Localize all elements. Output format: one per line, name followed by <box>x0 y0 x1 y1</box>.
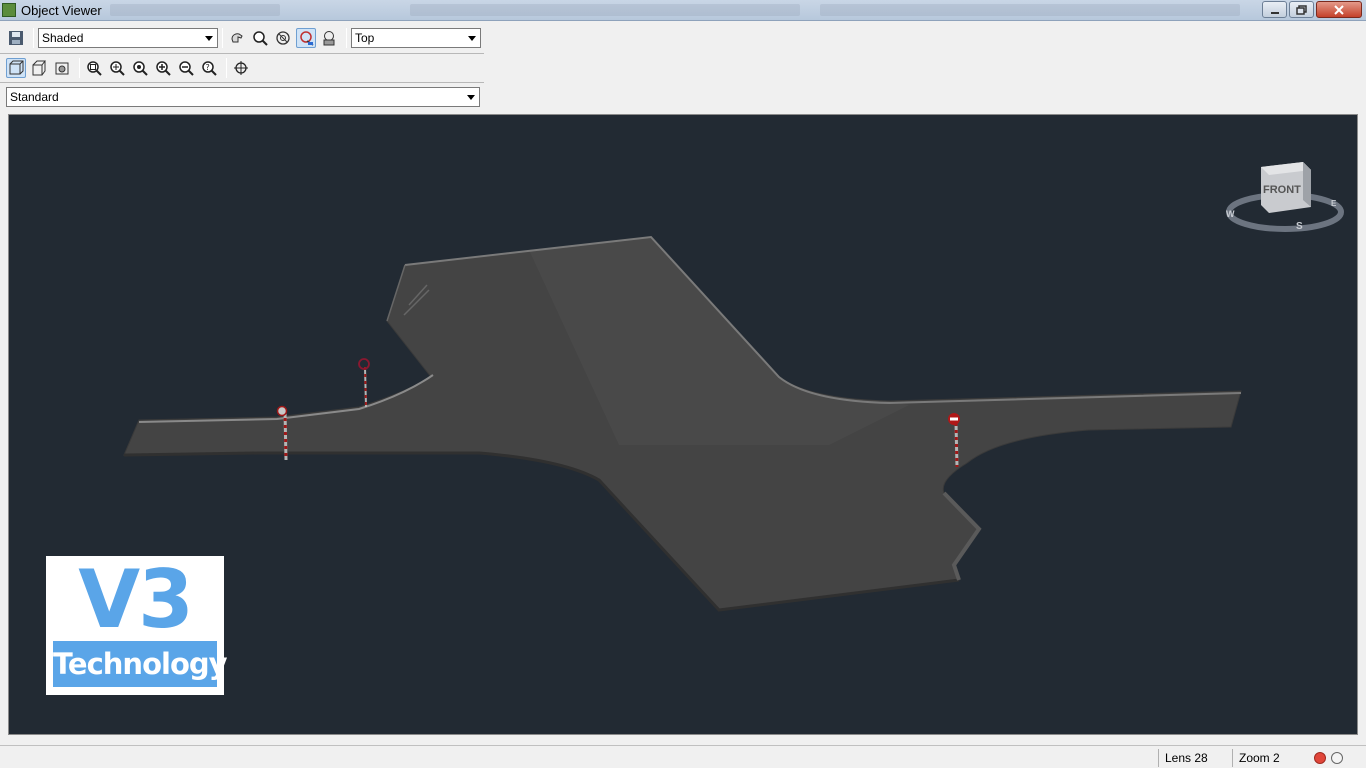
idle-status-icon[interactable] <box>1331 752 1343 764</box>
logo-v3-text: V3 <box>78 553 194 646</box>
toolbar-divider <box>0 53 484 54</box>
minimize-button[interactable] <box>1262 1 1287 18</box>
zoom-out-icon <box>179 61 194 76</box>
parallel-box-icon <box>9 60 24 75</box>
chevron-down-icon <box>467 95 475 100</box>
record-status-icon[interactable] <box>1314 752 1326 764</box>
view-direction-dropdown[interactable]: Top <box>351 28 481 48</box>
title-bar: Object Viewer <box>0 0 1366 21</box>
zoom-window-icon <box>87 61 102 76</box>
zoom-center-button[interactable] <box>107 58 127 78</box>
logo-technology-text: Technology <box>53 641 228 687</box>
background-taskbar-ghost <box>820 4 1240 16</box>
orbit-button[interactable] <box>273 28 293 48</box>
save-button[interactable] <box>6 28 26 48</box>
visual-style-dropdown[interactable]: Shaded <box>38 28 218 48</box>
magnifier-icon <box>253 31 268 46</box>
crosshair-icon <box>234 61 248 75</box>
toolbar-top: Shaded Top <box>0 24 484 52</box>
compass-east-label: E <box>1331 199 1337 208</box>
camera-button[interactable] <box>319 28 339 48</box>
close-button[interactable] <box>1316 1 1362 18</box>
parallel-view-button[interactable] <box>6 58 26 78</box>
restore-icon <box>1296 4 1307 15</box>
save-icon <box>9 31 23 45</box>
window-title: Object Viewer <box>21 3 102 18</box>
status-bar: Lens 28 Zoom 2 <box>0 745 1366 768</box>
zoom-button[interactable] <box>250 28 270 48</box>
continuous-orbit-button[interactable] <box>296 28 316 48</box>
svg-text:?: ? <box>206 63 210 72</box>
view-direction-value: Top <box>355 31 375 45</box>
perspective-box-icon <box>32 60 46 76</box>
zoom-dynamic-button[interactable] <box>130 58 150 78</box>
zoom-window-button[interactable] <box>84 58 104 78</box>
perspective-view-button[interactable] <box>29 58 49 78</box>
zoom-center-icon <box>110 61 125 76</box>
close-icon <box>1334 4 1344 15</box>
compass-west-label: W <box>1226 209 1235 219</box>
view-style-value: Standard <box>10 90 59 104</box>
3d-viewport[interactable]: FRONT W S E V3 Technology <box>8 114 1358 735</box>
background-taskbar-ghost <box>110 4 280 16</box>
minimize-icon <box>1270 11 1279 14</box>
zoom-in-button[interactable] <box>153 58 173 78</box>
app-icon <box>2 3 16 17</box>
zoom-out-button[interactable] <box>176 58 196 78</box>
visual-style-value: Shaded <box>42 31 84 45</box>
zoom-previous-button[interactable]: ? <box>199 58 219 78</box>
restore-button[interactable] <box>1289 1 1314 18</box>
target-button[interactable] <box>231 58 251 78</box>
camera-icon <box>323 31 335 46</box>
toolbar-separator <box>222 28 223 48</box>
continuous-orbit-icon <box>300 31 314 46</box>
toolbar-separator <box>33 28 34 48</box>
view-style-dropdown[interactable]: Standard <box>6 87 480 107</box>
background-taskbar-ghost <box>410 4 800 16</box>
visual-style-icon <box>55 62 69 75</box>
toolbar-zoom: ? <box>0 55 484 81</box>
visual-style-manager-button[interactable] <box>52 58 72 78</box>
pan-hand-icon <box>231 33 243 43</box>
compass-south-label: S <box>1296 221 1303 232</box>
toolbar-separator <box>226 58 227 78</box>
pan-button[interactable] <box>227 28 247 48</box>
chevron-down-icon <box>468 36 476 41</box>
toolbar-divider <box>0 82 484 83</box>
toolbar-separator <box>79 58 80 78</box>
zoom-status: Zoom 2 <box>1232 749 1306 767</box>
orbit-icon <box>276 31 290 45</box>
toolbar-separator <box>346 28 347 48</box>
viewcube-front-label[interactable]: FRONT <box>1263 184 1301 196</box>
zoom-dynamic-icon <box>133 61 148 76</box>
zoom-previous-icon: ? <box>202 61 217 76</box>
v3-technology-logo: V3 Technology <box>46 553 228 695</box>
sign-post-middle <box>358 358 370 408</box>
lens-status: Lens 28 <box>1158 749 1230 767</box>
zoom-in-icon <box>156 61 171 76</box>
chevron-down-icon <box>205 36 213 41</box>
